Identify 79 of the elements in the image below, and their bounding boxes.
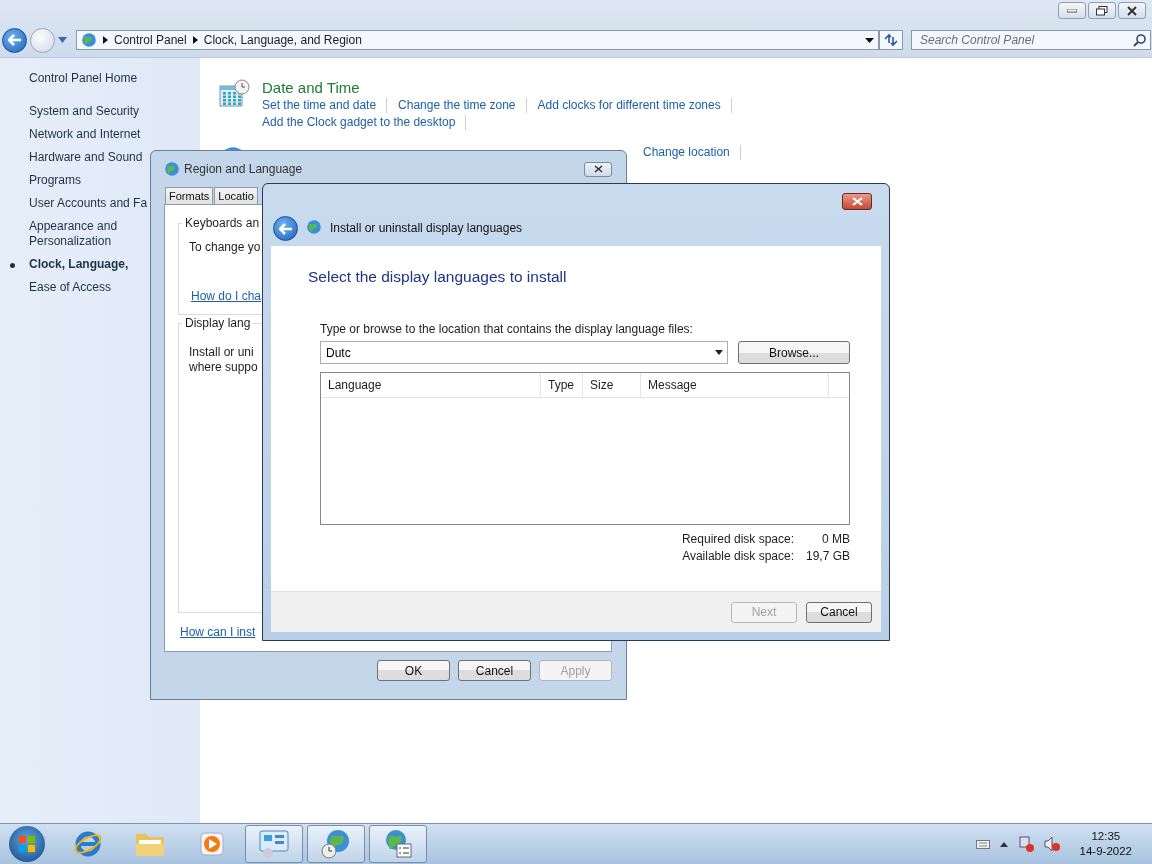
dropdown-arrow-icon (864, 37, 874, 43)
dialog-button[interactable]: OK (377, 660, 450, 681)
breadcrumb-arrow-icon[interactable] (103, 36, 108, 44)
close-button[interactable] (1118, 2, 1146, 19)
sidebar-item[interactable]: System and Security (0, 104, 189, 119)
disk-space-value: 19,7 GB (804, 549, 850, 563)
clock-time: 12:35 (1091, 829, 1121, 844)
disk-space-label: Available disk space: (681, 549, 794, 563)
group-text: To change yo (189, 240, 261, 255)
help-link[interactable]: How can I inst (180, 625, 256, 639)
close-icon (1127, 5, 1137, 16)
column-header[interactable]: Size (583, 373, 641, 397)
tab[interactable]: Formats (165, 187, 214, 204)
taskbar-clock[interactable]: 12:35 14-9-2022 (1079, 829, 1132, 859)
taskbar-button[interactable] (245, 825, 303, 863)
refresh-button[interactable] (879, 30, 903, 50)
disk-space-value: 0 MB (821, 532, 850, 546)
volume-muted-icon[interactable] (1043, 836, 1060, 852)
language-list[interactable]: Language Type Size Message (320, 372, 850, 525)
breadcrumb-item[interactable]: Control Panel (114, 33, 187, 47)
group-title: Keyboards an (182, 216, 263, 230)
help-link[interactable]: How do I cha (191, 289, 262, 303)
category-link[interactable]: Set the time and date (262, 98, 388, 113)
browse-button[interactable]: Browse... (738, 341, 850, 364)
tab[interactable]: Locatio (214, 187, 258, 204)
windows-logo-icon (18, 835, 36, 853)
dropdown-arrow-icon[interactable] (715, 350, 723, 355)
category-link[interactable]: Add the Clock gadget to the desktop (262, 115, 467, 130)
back-button[interactable] (273, 216, 298, 241)
category-title[interactable]: Date and Time (262, 78, 782, 98)
category-link[interactable]: Change the time zone (398, 98, 527, 113)
search-icon[interactable] (1133, 34, 1146, 47)
show-hidden-icons-icon[interactable] (999, 841, 1008, 847)
dialog-button[interactable]: Cancel (806, 601, 872, 623)
disk-space-label: Required disk space: (681, 532, 794, 546)
taskbar-button[interactable] (307, 825, 365, 863)
browser-icon (73, 829, 103, 859)
close-button[interactable] (842, 193, 872, 210)
media-player-icon (199, 831, 225, 857)
column-header[interactable]: Language (321, 373, 541, 397)
dialog-title: Install or uninstall display languages (330, 221, 523, 237)
dialog-button[interactable]: Cancel (458, 660, 531, 681)
history-dropdown-icon[interactable] (58, 37, 67, 43)
group-text: where suppo (189, 360, 258, 375)
globe-icon (306, 219, 322, 235)
column-header[interactable]: Message (641, 373, 829, 397)
category-link[interactable]: Change location (643, 145, 741, 160)
close-icon (851, 197, 863, 206)
minimize-icon (1067, 8, 1077, 13)
back-arrow-icon (278, 222, 293, 235)
restore-icon (1096, 5, 1108, 16)
refresh-icon (883, 33, 899, 47)
group-text: Install or uni (189, 345, 254, 360)
calendar-clock-icon[interactable] (218, 78, 250, 110)
close-icon (593, 165, 603, 173)
category-link[interactable]: Add clocks for different time zones (537, 98, 732, 113)
clock-date: 14-9-2022 (1079, 844, 1132, 859)
sidebar-item[interactable]: Appearance and Personalization (0, 219, 139, 249)
breadcrumb-item[interactable]: Clock, Language, and Region (203, 33, 362, 47)
sidebar-item[interactable]: Clock, Language, (0, 257, 189, 272)
dialog-title: Region and Language (184, 162, 303, 176)
network-error-icon[interactable] (1017, 836, 1034, 852)
close-button[interactable] (584, 161, 612, 177)
sidebar-item[interactable]: Control Panel Home (0, 71, 189, 86)
back-button[interactable] (2, 27, 27, 53)
keyboard-icon[interactable] (975, 839, 990, 849)
start-button[interactable] (9, 826, 45, 862)
location-combo-box[interactable]: Dutc (320, 341, 728, 364)
column-header[interactable]: Type (541, 373, 583, 397)
restore-button[interactable] (1088, 2, 1116, 19)
taskbar-button[interactable] (369, 825, 427, 863)
breadcrumb-arrow-icon[interactable] (192, 36, 198, 44)
search-field[interactable]: Search Control Panel (911, 30, 1151, 50)
page-heading: Select the display languages to install (308, 268, 568, 286)
address-bar[interactable]: Control Panel Clock, Language, and Region (76, 30, 879, 50)
group-title: Display lang (182, 316, 254, 330)
field-label: Type or browse to the location that contains the display language files: (320, 322, 694, 336)
sidebar-item[interactable]: Network and Internet (0, 127, 189, 142)
back-arrow-icon (7, 34, 22, 46)
